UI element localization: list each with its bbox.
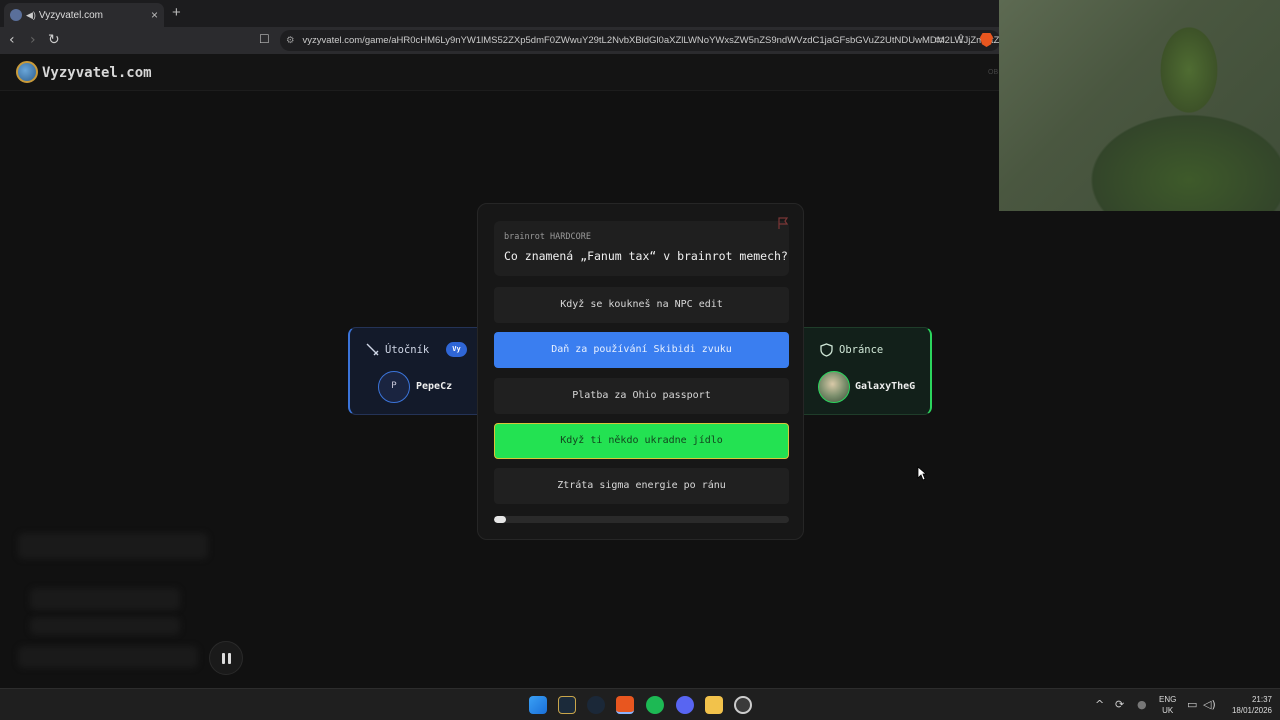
obs-studio-icon[interactable] bbox=[734, 696, 752, 714]
new-tab-button[interactable]: + bbox=[172, 4, 181, 21]
pause-icon bbox=[221, 652, 225, 664]
windows-taskbar: ^ ⟳ ● ENG UK ▭ ◁) 21:37 18/01/2026 bbox=[0, 688, 1280, 720]
clock-time: 21:37 bbox=[1251, 695, 1272, 704]
answer-option-1[interactable]: Když se koukneš na NPC edit bbox=[494, 287, 789, 323]
attacker-role: Útočník bbox=[366, 343, 429, 356]
file-explorer-icon[interactable] bbox=[705, 696, 723, 714]
shield-icon bbox=[820, 343, 833, 357]
language-indicator[interactable]: ENG UK bbox=[1159, 694, 1176, 716]
timer-progress-fill bbox=[494, 516, 506, 523]
defender-role: Obránce bbox=[820, 343, 883, 357]
question-modal: brainrot HARDCORE Co znamená „Fanum tax“… bbox=[477, 203, 804, 540]
defender-name: GalaxyTheG bbox=[855, 381, 916, 392]
start-windows-icon[interactable] bbox=[529, 696, 547, 714]
answer-option-3[interactable]: Platba za Ohio passport bbox=[494, 378, 789, 414]
webcam-overlay bbox=[999, 0, 1280, 211]
question-box: brainrot HARDCORE Co znamená „Fanum tax“… bbox=[494, 221, 789, 276]
you-badge: Vy bbox=[446, 342, 467, 357]
reload-icon[interactable]: ↻ bbox=[48, 32, 60, 48]
mouse-cursor-icon bbox=[917, 466, 927, 481]
answer-option-5[interactable]: Ztráta sigma energie po ránu bbox=[494, 468, 789, 504]
blurred-panel-row bbox=[30, 588, 180, 610]
defender-card: Obránce GalaxyTheG bbox=[792, 327, 932, 415]
blurred-panel-row bbox=[18, 646, 198, 668]
site-favicon-icon bbox=[10, 9, 22, 21]
attacker-card: Útočník Vy P PepeCz bbox=[348, 327, 488, 415]
attacker-name: PepeCz bbox=[416, 381, 453, 392]
address-bar[interactable]: ⚙ vyzyvatel.com/game/aHR0cHM6Ly9nYW1lMS5… bbox=[280, 30, 1000, 51]
pause-button[interactable] bbox=[209, 641, 243, 675]
timer-progress-bar bbox=[494, 516, 789, 523]
tray-overflow-icon[interactable]: ^ bbox=[1095, 698, 1104, 711]
answer-option-2-selected[interactable]: Daň za používání Skibidi zvuku bbox=[494, 332, 789, 368]
tab-title: Vyzyvatel.com bbox=[38, 9, 104, 21]
back-icon[interactable]: ‹ bbox=[9, 32, 15, 48]
browser-tab[interactable]: ◀) Vyzyvatel.com × bbox=[4, 3, 164, 27]
keyboard-layout: UK bbox=[1162, 706, 1174, 715]
question-category: brainrot HARDCORE bbox=[504, 232, 591, 242]
attacker-role-label: Útočník bbox=[385, 343, 430, 356]
microphone-icon[interactable]: ● bbox=[1137, 698, 1147, 711]
sync-icon[interactable]: ⟳ bbox=[1115, 698, 1124, 711]
url-text: vyzyvatel.com/game/aHR0cHM6Ly9nYW1lMS52Z… bbox=[302, 35, 1000, 46]
bookmark-icon[interactable]: ☐ bbox=[259, 32, 270, 46]
system-clock[interactable]: 21:37 18/01/2026 bbox=[1222, 694, 1272, 716]
logo-globe-icon[interactable] bbox=[16, 61, 38, 83]
site-logo-text[interactable]: Vyzyvatel.com bbox=[42, 65, 152, 81]
obs-label: OB bbox=[988, 69, 999, 76]
volume-icon[interactable]: ◁) bbox=[1203, 698, 1216, 711]
language-code: ENG bbox=[1159, 695, 1177, 704]
network-icon[interactable]: ▭ bbox=[1187, 698, 1197, 711]
blurred-panel-header bbox=[18, 533, 208, 559]
spotify-icon[interactable] bbox=[646, 696, 664, 714]
blurred-panel-row bbox=[30, 617, 180, 635]
audio-playing-icon[interactable]: ◀) bbox=[26, 10, 36, 21]
brave-browser-icon[interactable] bbox=[616, 696, 634, 714]
answer-option-4-correct[interactable]: Když ti někdo ukradne jídlo bbox=[494, 423, 789, 459]
defender-role-label: Obránce bbox=[839, 344, 884, 356]
discord-icon[interactable] bbox=[676, 696, 694, 714]
defender-avatar bbox=[818, 371, 850, 403]
close-tab-icon[interactable]: × bbox=[151, 8, 158, 22]
report-flag-icon[interactable] bbox=[777, 217, 789, 230]
attacker-avatar: P bbox=[378, 371, 410, 403]
sword-icon bbox=[366, 343, 379, 356]
share-icon[interactable]: ⇪ bbox=[956, 32, 966, 46]
taskbar-app-icon[interactable] bbox=[558, 696, 576, 714]
cast-icon[interactable]: ▭ bbox=[934, 32, 945, 46]
question-text: Co znamená „Fanum tax“ v brainrot memech… bbox=[504, 249, 788, 263]
steam-icon[interactable] bbox=[587, 696, 605, 714]
site-settings-icon[interactable]: ⚙ bbox=[286, 35, 295, 46]
forward-icon[interactable]: › bbox=[30, 32, 36, 48]
clock-date: 18/01/2026 bbox=[1231, 706, 1272, 715]
